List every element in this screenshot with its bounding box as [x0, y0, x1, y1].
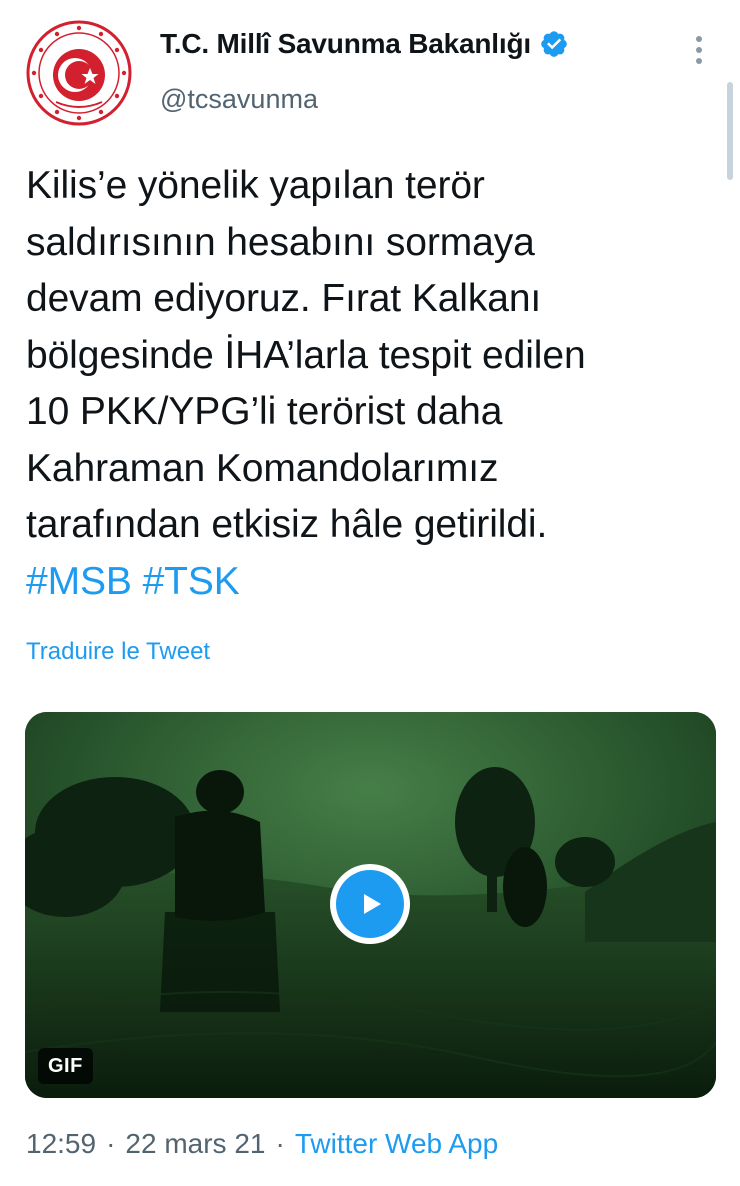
play-icon: [336, 870, 404, 938]
tweet-line: Kilis’e yönelik yapılan terör: [26, 164, 485, 207]
tweet-time[interactable]: 12:59: [26, 1128, 96, 1160]
dot: [696, 47, 702, 53]
avatar[interactable]: [26, 20, 132, 126]
tweet-line: saldırısının hesabını sormaya: [26, 220, 535, 264]
tweet-line: tarafından etkisiz hâle getirildi.: [26, 503, 548, 546]
dot: [696, 58, 702, 64]
tweet-source-link[interactable]: Twitter Web App: [295, 1128, 498, 1160]
author-handle[interactable]: @tcsavunma: [160, 84, 318, 115]
dot: [696, 36, 702, 42]
scrollbar[interactable]: [727, 82, 733, 180]
author-name-row: T.C. Millî Savunma Bakanlığı: [160, 28, 569, 60]
meta-separator: ·: [275, 1128, 285, 1159]
meta-separator: ·: [106, 1128, 116, 1159]
tweet-text: Kilis’e yönelik yapılan terör saldırısın…: [26, 158, 716, 610]
play-button[interactable]: [330, 864, 410, 944]
hashtag-tsk[interactable]: #TSK: [143, 560, 240, 603]
tweet-date[interactable]: 22 mars 21: [125, 1128, 265, 1160]
tweet-meta: 12:59 · 22 mars 21 · Twitter Web App: [26, 1128, 498, 1160]
hashtag-msb[interactable]: #MSB: [26, 560, 132, 603]
translate-tweet-link[interactable]: Traduire le Tweet: [26, 638, 210, 666]
author-display-name[interactable]: T.C. Millî Savunma Bakanlığı: [160, 28, 531, 60]
hashtag-row: #MSB #TSK: [26, 554, 716, 611]
tweet-line: bölgesinde İHA’larla tespit edilen: [26, 333, 586, 377]
more-options-icon[interactable]: [688, 34, 710, 66]
tweet-line: Kahraman Komandolarımız: [26, 446, 499, 490]
tweet-line: 10 PKK/YPG’li terörist daha: [26, 390, 503, 433]
gif-badge: GIF: [38, 1048, 93, 1084]
ministry-emblem-logo: [26, 20, 132, 126]
tweet-line: devam ediyoruz. Fırat Kalkanı: [26, 277, 542, 320]
verified-badge-icon: [539, 29, 569, 59]
